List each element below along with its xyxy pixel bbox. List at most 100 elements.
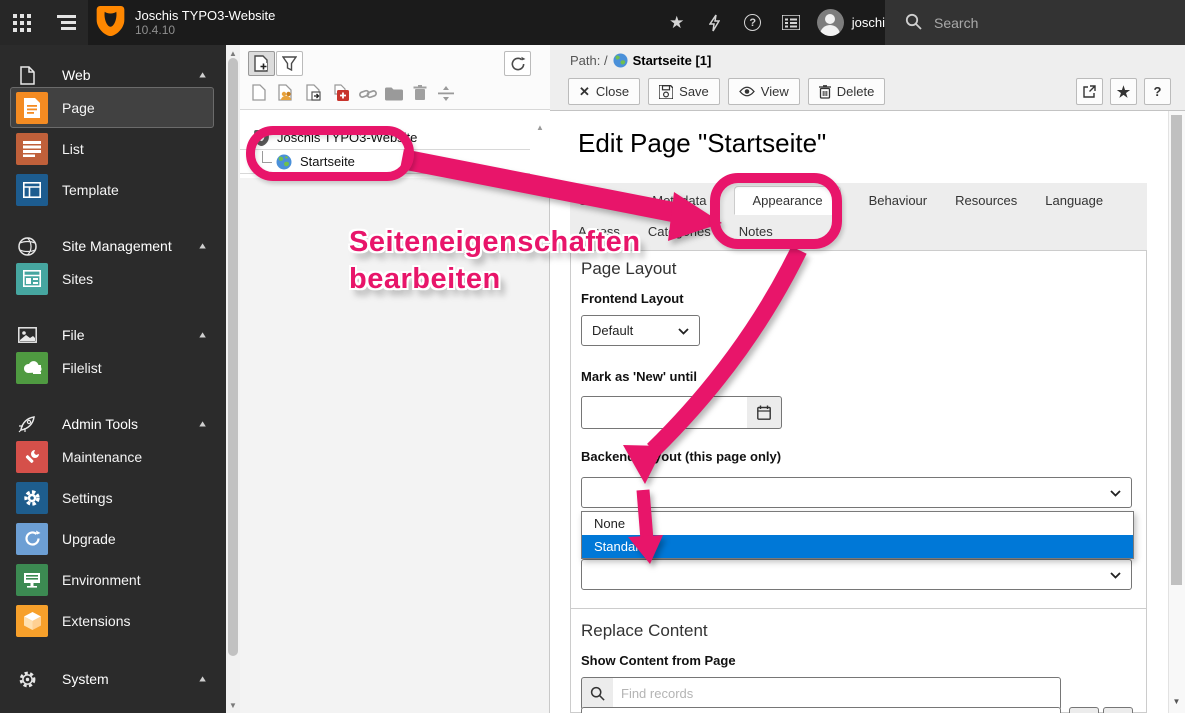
tab-language[interactable]: Language <box>1045 187 1103 214</box>
module-item-label: Settings <box>62 489 113 506</box>
close-icon: ✕ <box>579 83 590 99</box>
module-item-maintenance[interactable]: Maintenance <box>0 436 226 477</box>
tab-general[interactable]: General <box>578 187 624 214</box>
globe-icon <box>16 236 38 256</box>
mark-new-until-input[interactable] <box>581 396 748 429</box>
module-section-system[interactable]: System ▲ <box>0 667 226 691</box>
backend-layout-select[interactable] <box>581 477 1132 508</box>
tab-notes[interactable]: Notes <box>739 218 773 245</box>
module-section-web[interactable]: Web ▲ <box>0 63 226 87</box>
module-item-environment[interactable]: Environment <box>0 559 226 600</box>
backend-layout-subpages-select[interactable] <box>581 559 1132 590</box>
tab-access[interactable]: Access <box>578 218 620 245</box>
tab-categories[interactable]: Categories <box>648 218 711 245</box>
help-button[interactable]: ? <box>1144 78 1171 105</box>
typo3-version: 10.4.10 <box>135 23 176 37</box>
new-page-button[interactable] <box>248 51 275 76</box>
record-search-icon <box>581 677 614 710</box>
divider-handle-icon[interactable] <box>436 83 456 103</box>
help-icon[interactable]: ? <box>741 11 765 35</box>
option-none[interactable]: None <box>582 512 1133 535</box>
tab-appearance[interactable]: Appearance <box>734 186 841 215</box>
content-scrollbar-thumb[interactable] <box>1171 115 1182 585</box>
save-button[interactable]: Save <box>648 78 720 105</box>
username: joschi <box>851 15 885 30</box>
close-button[interactable]: ✕ Close <box>568 78 641 105</box>
frontend-layout-select[interactable]: Default <box>581 315 700 346</box>
backend-layout-dropdown: None Standard <box>581 511 1134 559</box>
modulemenu-toggle-icon[interactable] <box>44 0 88 45</box>
topbar-toggle-area <box>0 0 88 45</box>
datepicker-button[interactable] <box>747 396 782 429</box>
module-item-list[interactable]: List <box>0 128 226 169</box>
module-item-sites[interactable]: Sites <box>0 258 226 299</box>
topbar-search[interactable]: Search <box>885 0 1185 45</box>
chevron-up-icon: ▲ <box>197 330 208 340</box>
record-clear-button[interactable] <box>1103 707 1133 713</box>
module-item-template[interactable]: Template <box>0 169 226 210</box>
tree-node-label: Joschis TYPO3-Website <box>277 130 418 145</box>
avatar <box>816 9 844 36</box>
drag-page-target-icon[interactable] <box>304 82 324 102</box>
module-item-upgrade[interactable]: Upgrade <box>0 518 226 559</box>
clear-cache-bolt-icon[interactable] <box>703 11 727 35</box>
globe-page-icon <box>276 154 292 170</box>
option-standard[interactable]: Standard <box>582 535 1133 558</box>
systemlog-icon[interactable] <box>779 11 803 35</box>
tab-resources[interactable]: Resources <box>955 187 1017 214</box>
chevron-down-icon <box>1110 485 1121 500</box>
module-item-filelist[interactable]: Filelist <box>0 347 226 388</box>
save-label: Save <box>679 84 709 99</box>
environment-module-icon <box>16 563 48 596</box>
tab-metadata[interactable]: Metadata <box>652 187 706 214</box>
extensions-module-icon <box>16 604 48 637</box>
record-browse-button[interactable] <box>1069 707 1099 713</box>
module-section-site-management[interactable]: Site Management ▲ <box>0 234 226 258</box>
frontend-layout-value: Default <box>592 323 634 338</box>
folder-icon[interactable] <box>384 84 404 104</box>
drag-new-page-users-icon[interactable] <box>276 82 296 102</box>
module-section-file[interactable]: File ▲ <box>0 323 226 347</box>
sites-module-icon <box>16 262 48 295</box>
module-item-extensions[interactable]: Extensions <box>0 600 226 641</box>
tab-behaviour[interactable]: Behaviour <box>869 187 928 214</box>
pagetree-scroll-up-icon[interactable]: ▲ <box>536 118 544 133</box>
link-icon[interactable] <box>358 84 378 104</box>
drag-new-page-inside-icon[interactable] <box>331 82 351 102</box>
tree-node-startseite[interactable]: Startseite <box>240 149 530 174</box>
module-item-label: Maintenance <box>62 448 143 465</box>
find-records-input[interactable] <box>613 677 1061 710</box>
module-section-admin-tools[interactable]: Admin Tools ▲ <box>0 412 226 436</box>
module-item-label: Environment <box>62 571 141 588</box>
page-layout-legend: Page Layout <box>581 259 677 278</box>
show-content-from-page-input[interactable] <box>581 707 1061 713</box>
tree-node-root[interactable]: Joschis TYPO3-Website <box>240 125 530 150</box>
open-in-new-window-button[interactable] <box>1076 78 1103 105</box>
help-question-glyph: ? <box>744 14 762 31</box>
brand: Joschis TYPO3-Website 10.4.10 <box>88 0 275 45</box>
chevron-up-icon: ▲ <box>197 241 208 251</box>
module-item-settings[interactable]: Settings <box>0 477 226 518</box>
delete-button[interactable]: Delete <box>807 78 886 105</box>
drag-new-page-icon[interactable] <box>249 82 269 102</box>
refresh-button[interactable] <box>504 51 531 76</box>
scroll-down-icon[interactable]: ▼ <box>1168 697 1185 706</box>
trash-icon[interactable] <box>410 83 430 103</box>
show-content-from-page-label: Show Content from Page <box>581 653 736 668</box>
bookmark-star-button[interactable]: ★ <box>1110 78 1137 105</box>
user-menu[interactable]: joschi <box>816 9 885 36</box>
delete-label: Delete <box>836 84 875 99</box>
modulemenu-scrollbar-thumb[interactable] <box>228 58 238 656</box>
modules-grid-icon[interactable] <box>0 0 44 45</box>
module-section-label: Web <box>62 67 91 83</box>
chevron-up-icon: ▲ <box>197 70 208 80</box>
filter-button[interactable] <box>276 51 303 76</box>
view-label: View <box>760 84 789 99</box>
view-button[interactable]: View <box>727 78 800 105</box>
scroll-up-icon[interactable]: ▲ <box>226 49 240 58</box>
module-item-label: Page <box>62 99 95 116</box>
module-item-page[interactable]: Page <box>0 87 226 128</box>
bookmark-star-icon[interactable]: ★ <box>665 11 689 35</box>
rocket-icon <box>16 414 38 434</box>
scroll-down-icon[interactable]: ▼ <box>226 701 240 710</box>
